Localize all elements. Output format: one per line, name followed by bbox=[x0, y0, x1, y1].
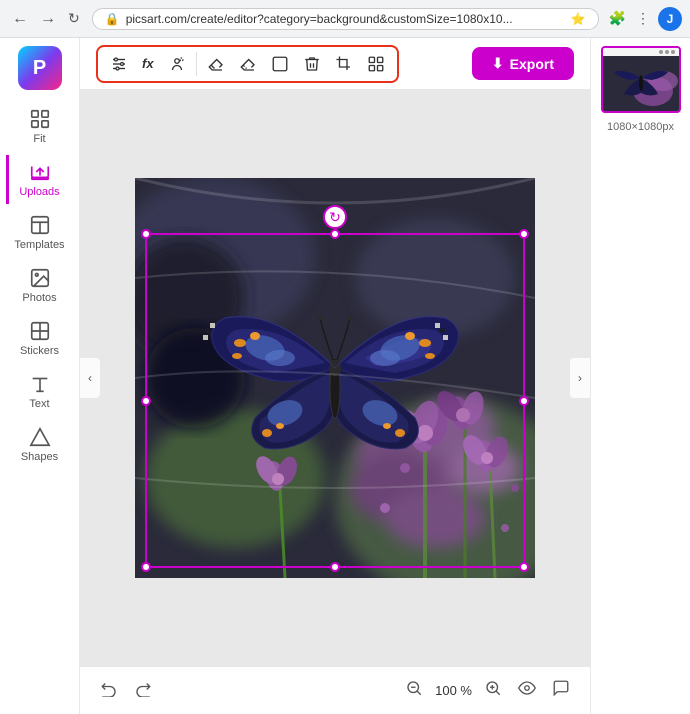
fx-button[interactable]: fx bbox=[136, 52, 160, 75]
delete-button[interactable] bbox=[297, 51, 327, 77]
more-options-button[interactable] bbox=[361, 51, 391, 77]
sidebar-item-templates[interactable]: Templates bbox=[6, 208, 74, 257]
zoom-out-icon bbox=[405, 679, 423, 697]
export-button[interactable]: ⬇ Export bbox=[472, 47, 574, 80]
templates-icon bbox=[29, 214, 51, 236]
frame-icon bbox=[271, 55, 289, 73]
sidebar-item-stickers[interactable]: Stickers bbox=[6, 314, 74, 363]
fit-icon bbox=[29, 108, 51, 130]
text-icon bbox=[29, 373, 51, 395]
top-toolbar: fx bbox=[80, 38, 590, 90]
sidebar-item-uploads[interactable]: Uploads bbox=[6, 155, 74, 204]
canvas-container[interactable]: ↻ bbox=[135, 178, 535, 578]
eraser-button[interactable] bbox=[201, 51, 231, 77]
text-label: Text bbox=[29, 398, 49, 410]
toolbar-divider-1 bbox=[196, 52, 197, 76]
left-expand-arrow[interactable]: ‹ bbox=[80, 358, 100, 398]
zoom-out-button[interactable] bbox=[401, 675, 427, 706]
thumb-dot-3 bbox=[671, 50, 675, 54]
sidebar-item-text[interactable]: Text bbox=[6, 367, 74, 416]
left-sidebar: P Fit Uploads Templates bbox=[0, 38, 80, 714]
canvas-image bbox=[135, 178, 535, 578]
frame-button[interactable] bbox=[265, 51, 295, 77]
extensions-button[interactable]: 🧩 bbox=[607, 8, 628, 29]
shapes-icon bbox=[29, 426, 51, 448]
comment-button[interactable] bbox=[548, 675, 574, 706]
bg-eraser-icon bbox=[239, 55, 257, 73]
more-button[interactable]: ⋮ bbox=[634, 8, 652, 29]
picsart-logo[interactable]: P bbox=[18, 46, 62, 90]
shapes-label: Shapes bbox=[21, 451, 58, 463]
more-icon bbox=[367, 55, 385, 73]
canvas-area[interactable]: ‹ bbox=[80, 90, 590, 666]
undo-icon bbox=[100, 679, 118, 697]
photos-icon bbox=[29, 267, 51, 289]
stickers-label: Stickers bbox=[20, 345, 59, 357]
stickers-icon bbox=[29, 320, 51, 342]
redo-icon bbox=[134, 679, 152, 697]
undo-button[interactable] bbox=[96, 675, 122, 706]
bg-eraser-button[interactable] bbox=[233, 51, 263, 77]
cutout-button[interactable] bbox=[162, 51, 192, 77]
preview-button[interactable] bbox=[514, 675, 540, 706]
user-avatar[interactable]: J bbox=[658, 7, 682, 31]
nav-buttons: ← → ↻ bbox=[8, 8, 84, 30]
url-text: picsart.com/create/editor?category=backg… bbox=[126, 12, 565, 26]
sidebar-item-shapes[interactable]: Shapes bbox=[6, 420, 74, 469]
trash-icon bbox=[303, 55, 321, 73]
thumb-svg bbox=[603, 56, 681, 111]
editor-main: fx bbox=[80, 38, 590, 714]
crop-icon bbox=[335, 55, 353, 73]
redo-button[interactable] bbox=[130, 675, 156, 706]
eraser-icon bbox=[207, 55, 225, 73]
thumbnail-image bbox=[603, 56, 681, 111]
thumb-dot bbox=[659, 50, 663, 54]
zoom-value: 100 % bbox=[435, 683, 472, 698]
forward-button[interactable]: → bbox=[36, 8, 60, 30]
cutout-icon bbox=[168, 55, 186, 73]
browser-icons: 🧩 ⋮ J bbox=[607, 7, 682, 31]
adjustments-icon bbox=[110, 55, 128, 73]
photos-label: Photos bbox=[22, 292, 56, 304]
uploads-icon bbox=[29, 161, 51, 183]
thumb-dot-2 bbox=[665, 50, 669, 54]
refresh-button[interactable]: ↻ bbox=[64, 8, 84, 29]
back-button[interactable]: ← bbox=[8, 8, 32, 30]
primary-tools-group: fx bbox=[96, 45, 399, 83]
right-expand-arrow[interactable]: › bbox=[570, 358, 590, 398]
browser-chrome: ← → ↻ 🔒 picsart.com/create/editor?catego… bbox=[0, 0, 690, 38]
thumbnail-header bbox=[603, 48, 679, 56]
size-label: 1080×1080px bbox=[605, 119, 676, 135]
chat-icon bbox=[552, 679, 570, 697]
bottom-toolbar: 100 % bbox=[80, 666, 590, 714]
thumbnail-card-1[interactable] bbox=[601, 46, 681, 113]
crop-button[interactable] bbox=[329, 51, 359, 77]
adjustments-button[interactable] bbox=[104, 51, 134, 77]
zoom-in-button[interactable] bbox=[480, 675, 506, 706]
export-icon: ⬇ bbox=[492, 55, 504, 72]
eye-icon bbox=[518, 679, 536, 697]
templates-label: Templates bbox=[14, 239, 64, 251]
uploads-label: Uploads bbox=[19, 186, 59, 198]
sidebar-item-photos[interactable]: Photos bbox=[6, 261, 74, 310]
editor: P Fit Uploads Templates bbox=[0, 38, 690, 714]
zoom-group: 100 % bbox=[401, 675, 506, 706]
fit-label: Fit bbox=[33, 133, 45, 145]
right-panel: 1080×1080px bbox=[590, 38, 690, 714]
fx-icon: fx bbox=[142, 56, 154, 71]
export-label: Export bbox=[510, 56, 554, 72]
address-bar[interactable]: 🔒 picsart.com/create/editor?category=bac… bbox=[92, 8, 599, 30]
zoom-in-icon bbox=[484, 679, 502, 697]
sidebar-item-fit[interactable]: Fit bbox=[6, 102, 74, 151]
